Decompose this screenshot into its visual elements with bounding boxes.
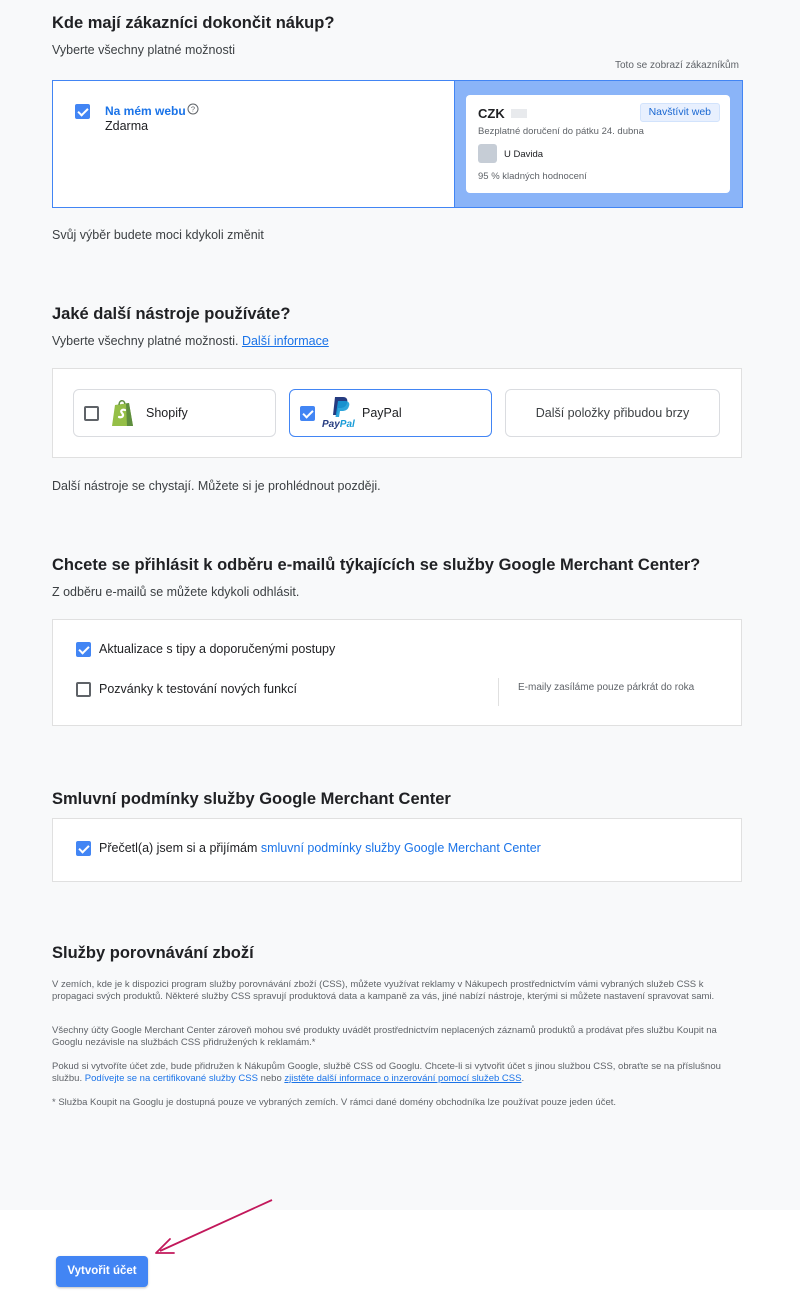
tools-subtitle-row: Vyberte všechny platné možnosti. Další i… [52, 334, 329, 348]
emails-subtitle: Z odběru e-mailů se můžete kdykoli odhlá… [52, 585, 300, 599]
tools-title: Jaké další nástroje používáte? [52, 305, 291, 323]
css-advertising-info-link[interactable]: zjistěte další informace o inzerování po… [284, 1073, 521, 1084]
terms-checkbox[interactable] [76, 841, 91, 856]
more-info-link[interactable]: Další informace [242, 334, 329, 348]
preview-currency: CZK [478, 106, 505, 121]
customer-preview-panel: CZK Navštívit web Bezplatné doručení do … [454, 80, 743, 208]
email-frequency-note: E-maily zasíláme pouze párkrát do roka [518, 682, 695, 693]
coming-soon-label: Další položky přibudou brzy [535, 406, 690, 420]
website-checkbox[interactable] [75, 104, 90, 119]
shopify-label: Shopify [146, 406, 188, 420]
terms-accept-text: Přečetl(a) jsem si a přijímám [99, 841, 258, 855]
website-option-label: Na mém webu [105, 104, 186, 118]
shopify-checkbox[interactable] [84, 406, 99, 421]
terms-text-row: Přečetl(a) jsem si a přijímám smluvní po… [99, 841, 541, 855]
css-footnote: * Služba Koupit na Googlu je dostupná po… [52, 1097, 617, 1108]
tool-coming-soon: Další položky přibudou brzy [505, 389, 720, 437]
price-placeholder [511, 109, 527, 118]
terms-title: Smluvní podmínky služby Google Merchant … [52, 790, 451, 808]
preview-card: CZK Navštívit web Bezplatné doručení do … [466, 95, 730, 193]
shopify-icon [110, 397, 136, 432]
css-paragraph-3: Pokud si vytvoříte účet zde, bude přidru… [52, 1061, 742, 1084]
paypal-logo-text: PayPal [322, 419, 355, 430]
email-invites-checkbox[interactable] [76, 682, 91, 697]
email-tips-label: Aktualizace s tipy a doporučenými postup… [99, 642, 336, 656]
help-circle-icon[interactable]: ? [187, 102, 199, 120]
preview-rating: 95 % kladných hodnocení [478, 171, 587, 182]
emails-card: Aktualizace s tipy a doporučenými postup… [52, 619, 742, 726]
preview-delivery: Bezplatné doručení do pátku 24. dubna [478, 126, 644, 137]
tool-paypal[interactable]: PayPal PayPal [289, 389, 492, 437]
css-paragraph-3-mid: nebo [260, 1072, 282, 1084]
email-invites-label: Pozvánky k testování nových funkcí [99, 682, 298, 696]
css-paragraph-1: V zemích, kde je k dispozici program slu… [52, 979, 715, 1002]
tool-shopify[interactable]: Shopify [73, 389, 276, 437]
option-on-my-website[interactable]: Na mém webu ? Zdarma [52, 80, 454, 208]
terms-card: Přečetl(a) jsem si a přijímám smluvní po… [52, 818, 742, 882]
css-title: Služby porovnávání zboží [52, 944, 254, 962]
preview-store-name: U Davida [504, 149, 544, 160]
css-paragraph-3-end: . [521, 1072, 525, 1084]
website-option-price: Zdarma [105, 119, 149, 133]
paypal-checkbox[interactable] [300, 406, 315, 421]
email-tips-checkbox[interactable] [76, 642, 91, 657]
paypal-icon: PayPal [322, 395, 358, 433]
divider [498, 678, 499, 706]
tools-subtitle: Vyberte všechny platné možnosti. [52, 334, 239, 348]
checkout-footer: Svůj výběr budete moci kdykoli změnit [52, 228, 264, 242]
preview-note: Toto se zobrazí zákazníkům [615, 60, 739, 71]
certified-css-link[interactable]: Podívejte se na certifikované služby CSS [85, 1073, 258, 1084]
css-paragraph-2: Všechny účty Google Merchant Center záro… [52, 1025, 717, 1048]
checkout-subtitle: Vyberte všechny platné možnosti [52, 43, 235, 57]
create-account-button[interactable]: Vytvořit účet [56, 1256, 148, 1287]
svg-text:?: ? [191, 105, 195, 114]
terms-link[interactable]: smluvní podmínky služby Google Merchant … [261, 841, 541, 855]
store-logo-placeholder [478, 144, 497, 163]
tools-footer: Další nástroje se chystají. Můžete si je… [52, 479, 381, 493]
visit-website-button[interactable]: Navštívit web [639, 103, 720, 122]
annotation-arrow [155, 1199, 273, 1254]
emails-title: Chcete se přihlásit k odběru e-mailů týk… [52, 556, 701, 574]
paypal-label: PayPal [362, 406, 402, 420]
checkout-title: Kde mají zákazníci dokončit nákup? [52, 14, 335, 32]
